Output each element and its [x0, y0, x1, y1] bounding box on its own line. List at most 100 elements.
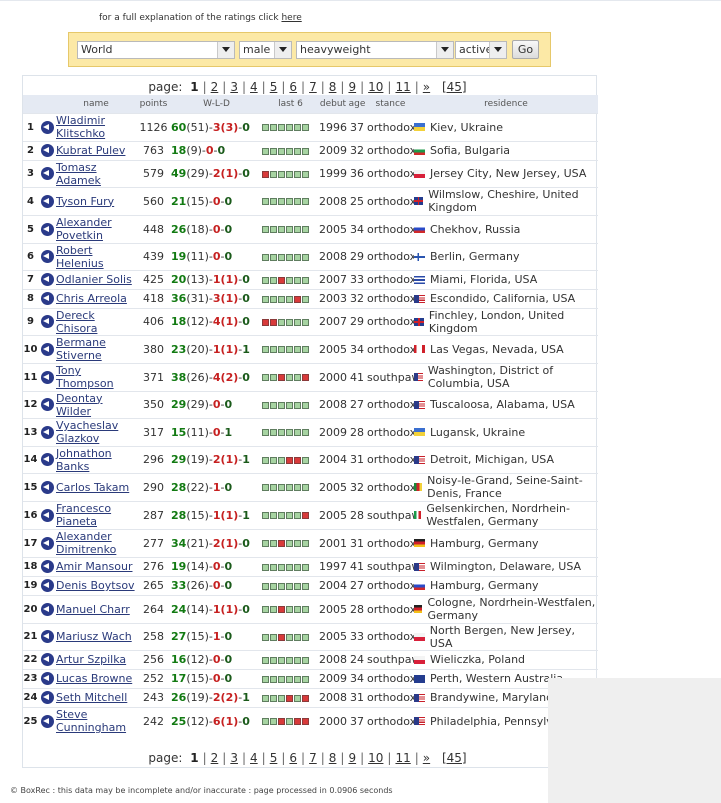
page-link-3[interactable]: 3 [230, 751, 238, 765]
page-link-9[interactable]: 9 [348, 751, 356, 765]
sex-select[interactable]: male [239, 41, 292, 59]
debut-year: 2008 [319, 390, 347, 418]
boxer-name-link[interactable]: Seth Mitchell [56, 691, 127, 704]
page-link-11[interactable]: 11 [395, 751, 410, 765]
page-link-2[interactable]: 2 [211, 751, 219, 765]
compare-arrow-icon[interactable] [40, 120, 54, 134]
draws: 0 [242, 167, 250, 180]
stance: orthodox [367, 390, 416, 418]
last-fight-win-indicator [270, 606, 277, 613]
compare-arrow-icon[interactable] [40, 194, 54, 208]
boxer-name-link[interactable]: Chris Arreola [56, 292, 127, 305]
ratings-help-link[interactable]: here [281, 13, 301, 23]
losses-ko: (1) [220, 315, 239, 328]
debut-year: 2007 [319, 269, 347, 289]
region-select[interactable]: World [77, 41, 235, 59]
chevron-down-icon[interactable] [274, 42, 291, 58]
compare-arrow-icon[interactable] [40, 630, 54, 644]
page-last-link[interactable]: [45] [442, 751, 467, 765]
rank: 13 [23, 417, 38, 446]
debut-year: 2009 [319, 140, 347, 160]
compare-arrow-icon[interactable] [40, 292, 54, 306]
boxer-name-link[interactable]: Mariusz Wach [56, 630, 132, 643]
boxer-name-link[interactable]: Carlos Takam [56, 481, 129, 494]
boxer-name-link[interactable]: Manuel Charr [56, 603, 130, 616]
age: 31 [347, 528, 367, 557]
boxer-name-link[interactable]: Wladimir Klitschko [56, 114, 105, 140]
record: 27(15)-1-0 [171, 622, 262, 650]
last-fight-loss-indicator [278, 540, 285, 547]
wins-ko: (12) [186, 714, 209, 728]
page-next-link[interactable]: » [423, 751, 430, 765]
compare-arrow-icon[interactable] [40, 167, 54, 181]
compare-arrow-icon[interactable] [40, 480, 54, 494]
boxer-name-link[interactable]: Artur Szpilka [56, 653, 126, 666]
boxer-name-link[interactable]: Kubrat Pulev [56, 144, 125, 157]
losses: 1 [212, 273, 221, 286]
page-link-6[interactable]: 6 [289, 751, 297, 765]
compare-arrow-icon[interactable] [40, 315, 54, 329]
compare-arrow-icon[interactable] [40, 691, 54, 705]
boxer-name-link[interactable]: Alexander Povetkin [56, 216, 112, 242]
boxer-name-link[interactable]: Johnathon Banks [56, 447, 112, 473]
boxer-name-link[interactable]: Lucas Browne [56, 672, 132, 685]
draws: 0 [224, 398, 233, 411]
compare-arrow-icon[interactable] [40, 273, 54, 287]
boxer-name-link[interactable]: Francesco Pianeta [56, 502, 111, 528]
boxer-name-link[interactable]: Alexander Dimitrenko [56, 530, 116, 556]
wins-ko: (19) [186, 453, 209, 466]
boxer-name-link[interactable]: Deontay Wilder [56, 392, 103, 418]
residence: Wilmslow, Cheshire, United Kingdom [428, 188, 579, 214]
rank: 22 [23, 649, 38, 669]
boxer-name-link[interactable]: Odlanier Solis [56, 273, 132, 286]
status-select[interactable]: active [455, 41, 507, 59]
page-link-8[interactable]: 8 [329, 751, 337, 765]
table-row: 19 Denis Boytsov 265 33(26)-0-0 2004 27 orthod… [23, 575, 598, 595]
boxer-name-link[interactable]: Tony Thompson [56, 364, 114, 390]
compare-arrow-icon[interactable] [40, 250, 54, 264]
chevron-down-icon[interactable] [436, 42, 453, 58]
boxer-name-link[interactable]: Robert Helenius [56, 244, 104, 270]
chevron-down-icon[interactable] [489, 42, 506, 58]
last-fight-win-indicator [302, 124, 309, 131]
compare-arrow-icon[interactable] [40, 144, 54, 158]
compare-arrow-icon[interactable] [40, 370, 54, 384]
page-link-4[interactable]: 4 [250, 751, 258, 765]
compare-arrow-icon[interactable] [40, 508, 54, 522]
last-fight-loss-indicator [278, 276, 285, 284]
rank: 2 [23, 140, 38, 160]
last-six-bars [262, 649, 319, 669]
boxer-name-link[interactable]: Dereck Chisora [56, 309, 97, 335]
record: 29(19)-2(1)-1 [171, 445, 262, 473]
boxer-name-link[interactable]: Amir Mansour [56, 560, 132, 573]
boxer-name-link[interactable]: Vyacheslav Glazkov [56, 419, 118, 445]
record: 19(14)-0-0 [171, 556, 262, 576]
compare-arrow-icon[interactable] [40, 579, 54, 593]
boxer-name-link[interactable]: Steve Cunningham [56, 708, 126, 734]
compare-arrow-icon[interactable] [40, 715, 54, 728]
compare-arrow-icon[interactable] [40, 602, 54, 616]
boxer-name-link[interactable]: Tyson Fury [56, 195, 114, 208]
boxer-name-link[interactable]: Tomasz Adamek [56, 161, 101, 187]
page-link-5[interactable]: 5 [270, 751, 278, 765]
go-button[interactable]: Go [512, 40, 539, 59]
compare-arrow-icon[interactable] [40, 672, 54, 686]
compare-arrow-icon[interactable] [40, 342, 54, 356]
division-select[interactable]: heavyweight [296, 41, 454, 59]
compare-arrow-icon[interactable] [40, 453, 54, 467]
compare-arrow-icon[interactable] [40, 653, 54, 667]
boxer-name-link[interactable]: Bermane Stiverne [56, 336, 106, 362]
wins: 38 [171, 370, 187, 384]
chevron-down-icon[interactable] [217, 42, 234, 58]
last-six-bars [262, 472, 319, 501]
last-fight-win-indicator [294, 253, 301, 261]
compare-arrow-icon[interactable] [40, 398, 54, 412]
page-link-10[interactable]: 10 [368, 751, 383, 765]
boxer-name-link[interactable]: Denis Boytsov [56, 579, 135, 592]
compare-arrow-icon[interactable] [40, 560, 54, 574]
last-fight-win-indicator [286, 374, 293, 381]
compare-arrow-icon[interactable] [40, 425, 54, 439]
page-link-7[interactable]: 7 [309, 751, 317, 765]
compare-arrow-icon[interactable] [40, 536, 54, 550]
compare-arrow-icon[interactable] [40, 222, 54, 236]
